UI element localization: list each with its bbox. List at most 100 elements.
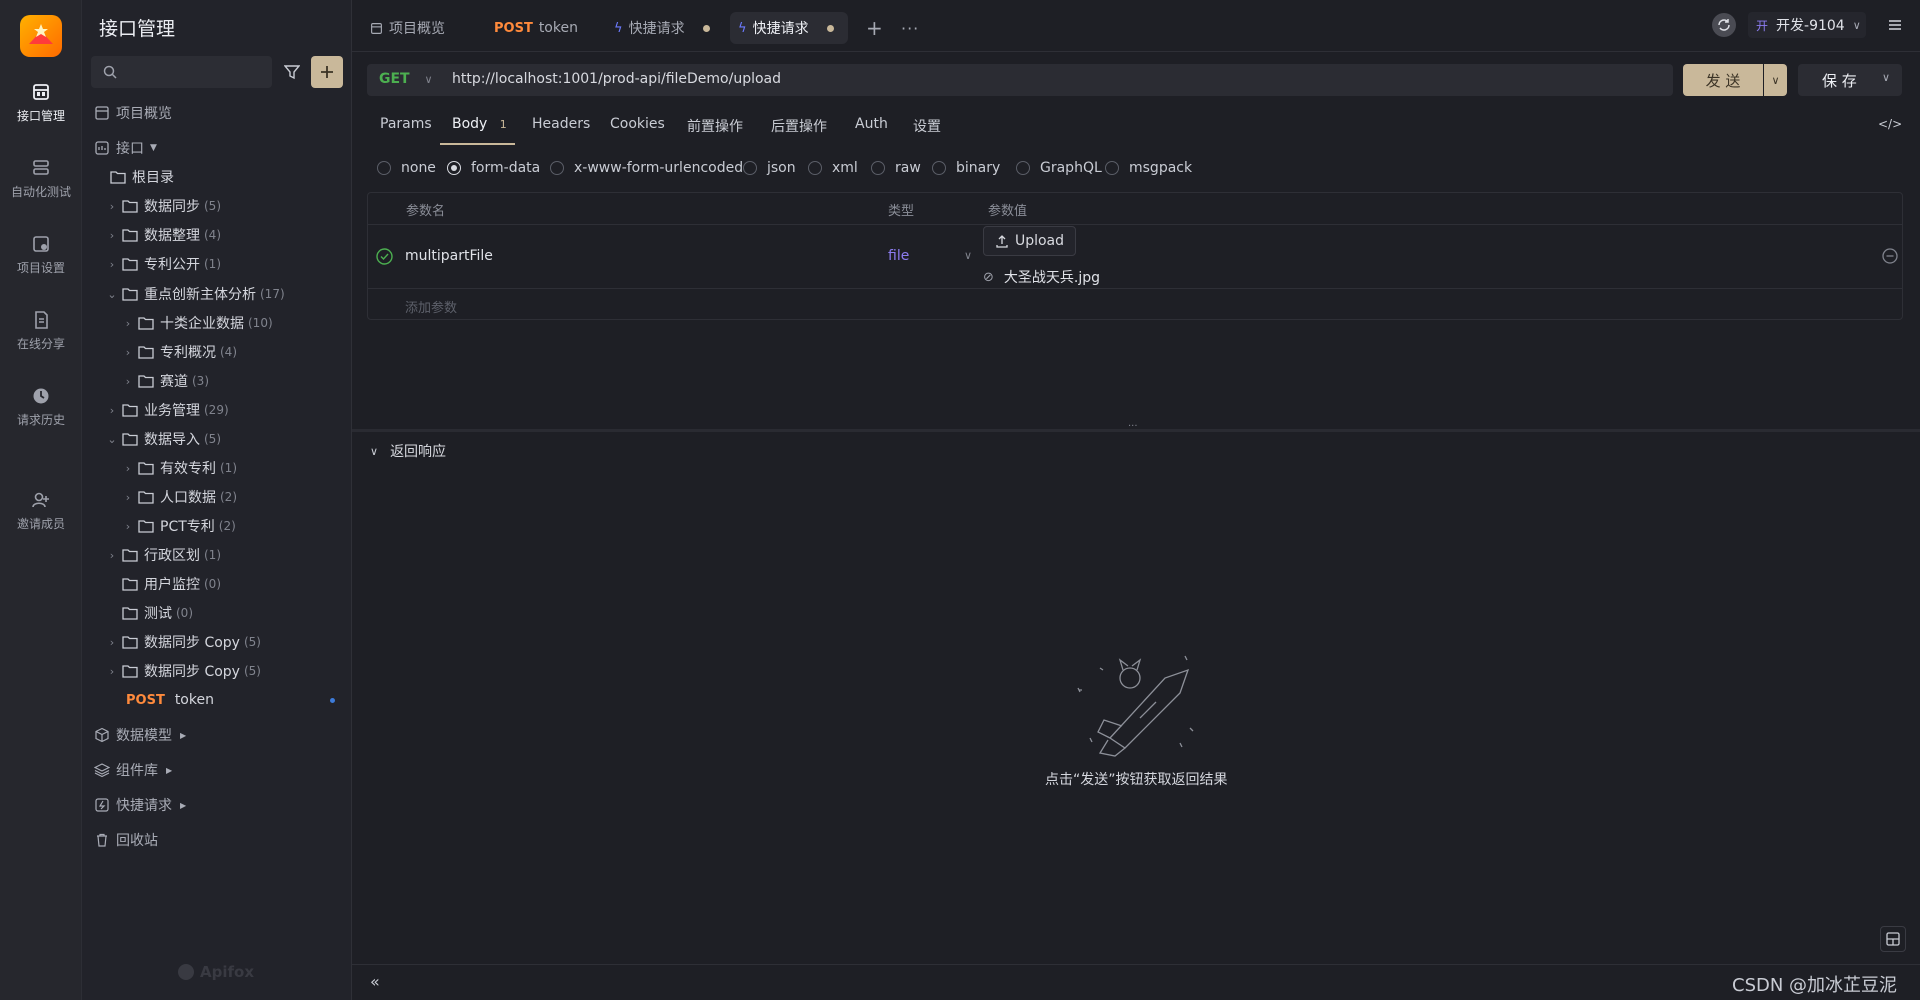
upload-button[interactable]: Upload (983, 226, 1076, 256)
url-input[interactable]: http://localhost:1001/prod-api/fileDemo/… (452, 71, 1652, 87)
remove-param-button[interactable] (1882, 248, 1898, 264)
tree-folder[interactable]: › 专利公开 (1) (106, 250, 221, 278)
drag-handle-icon[interactable]: ··· (1128, 421, 1138, 432)
tree-components[interactable]: 组件库 ▶ (94, 756, 172, 784)
tree-folder[interactable]: › 专利概况 (4) (122, 338, 237, 366)
folder-count: (3) (192, 374, 209, 388)
tree-search-input[interactable] (91, 56, 272, 88)
tab-project-overview[interactable]: 项目概览 (362, 12, 453, 44)
tab-body[interactable]: Body 1 (452, 116, 507, 132)
rail-item-project-settings[interactable]: 项目设置 (0, 234, 82, 276)
filter-button[interactable] (278, 56, 306, 88)
tab-headers[interactable]: Headers (532, 116, 590, 132)
tree-folder[interactable]: › 数据同步 Copy (5) (106, 628, 261, 656)
radio-graphql[interactable]: GraphQL (1016, 160, 1102, 176)
rail-label: 自动化测试 (10, 185, 71, 199)
tab-token[interactable]: POST token (486, 12, 586, 44)
share-icon (31, 310, 51, 330)
radio-circle (808, 161, 822, 175)
col-header-type: 类型 (888, 204, 915, 219)
app-logo[interactable] (20, 15, 62, 57)
tree-api-section[interactable]: 接口 ▼ (94, 134, 157, 162)
tree-folder[interactable]: ⌄ 数据导入 (5) (106, 425, 221, 453)
tab-label: 快捷请求 (752, 21, 809, 37)
tree-folder[interactable]: › 有效专利 (1) (122, 454, 237, 482)
add-param-input[interactable]: 添加参数 (405, 297, 457, 316)
environment-select[interactable]: 开 开发-9104 ∨ (1748, 12, 1866, 38)
rail-item-share[interactable]: 在线分享 (0, 310, 82, 352)
rail-item-automation[interactable]: 自动化测试 (0, 158, 82, 200)
rail-item-api[interactable]: 接口管理 (0, 82, 82, 124)
radio-form-data[interactable]: form-data (447, 160, 540, 176)
tab-auth[interactable]: Auth (855, 116, 888, 132)
param-type-select[interactable]: file ∨ (888, 248, 972, 264)
tree-folder[interactable]: 测试 (0) (122, 599, 193, 627)
tab-quick-request[interactable]: ϟ 快捷请求 (606, 12, 718, 44)
chevron-down-icon: ∨ (1882, 71, 1891, 84)
radio-json[interactable]: json (743, 160, 796, 176)
more-tabs-button[interactable]: ··· (893, 12, 927, 44)
code-view-button[interactable]: </> (1878, 117, 1902, 131)
chevron-right-icon: › (125, 345, 131, 359)
sync-button[interactable] (1712, 13, 1736, 37)
tree-folder[interactable]: › 行政区划 (1) (106, 541, 221, 569)
invite-member-icon (31, 490, 51, 510)
response-header[interactable]: ∨ 返回响应 (370, 441, 446, 461)
radio-urlencoded[interactable]: x-www-form-urlencoded (550, 160, 743, 176)
radio-circle (550, 161, 564, 175)
tree-data-models[interactable]: 数据模型 ▶ (94, 721, 186, 749)
tree-endpoint-token[interactable]: POST token (126, 686, 335, 714)
folder-icon (138, 462, 154, 475)
method-select[interactable]: GET ∨ (379, 71, 433, 87)
tree-root[interactable]: 根目录 (110, 163, 174, 191)
tab-pre-processors[interactable]: 前置操作 (687, 116, 743, 136)
param-enabled-checkbox[interactable] (376, 248, 393, 265)
new-tab-button[interactable]: + (858, 12, 891, 44)
radio-none[interactable]: none (377, 160, 436, 176)
radio-raw[interactable]: raw (871, 160, 921, 176)
params-table (367, 192, 1903, 320)
tree-folder[interactable]: ⌄ 重点创新主体分析 (17) (106, 280, 284, 308)
rail-item-history[interactable]: 请求历史 (0, 386, 82, 428)
menu-button[interactable] (1884, 14, 1906, 36)
send-options-button[interactable]: ∨ (1764, 64, 1787, 96)
tree-folder[interactable]: 用户监控 (0) (122, 570, 221, 598)
radio-label: form-data (471, 160, 541, 176)
folder-count: (0) (176, 606, 193, 620)
send-button[interactable]: 发 送 (1683, 64, 1763, 96)
folder-label: 用户监控 (144, 577, 200, 593)
tab-post-processors[interactable]: 后置操作 (771, 116, 827, 136)
rocket-illustration (1070, 648, 1200, 758)
tree-recycle-bin[interactable]: 回收站 (94, 826, 158, 854)
collapse-sidebar-button[interactable]: « (370, 972, 380, 991)
tree-folder[interactable]: › 数据同步 Copy (5) (106, 657, 261, 685)
save-button[interactable]: 保 存 ∨ (1798, 64, 1902, 96)
tree-folder[interactable]: › 数据整理 (4) (106, 221, 221, 249)
rail-item-invite[interactable]: 邀请成员 (0, 490, 82, 532)
add-button[interactable] (311, 56, 343, 88)
tree-folder[interactable]: › 赛道 (3) (122, 367, 209, 395)
tree-overview[interactable]: 项目概览 (94, 99, 172, 127)
tree-folder[interactable]: › PCT专利 (2) (122, 512, 236, 540)
tab-params[interactable]: Params (380, 116, 432, 132)
tab-cookies[interactable]: Cookies (610, 116, 665, 132)
tab-settings[interactable]: 设置 (913, 116, 941, 136)
method-label: GET (379, 71, 410, 87)
radio-xml[interactable]: xml (808, 160, 858, 176)
tree-quick-requests[interactable]: 快捷请求 ▶ (94, 791, 186, 819)
tree-folder[interactable]: › 十类企业数据 (10) (122, 309, 273, 337)
method-badge: POST (494, 20, 533, 36)
param-name-field[interactable]: multipartFile (405, 248, 493, 264)
folder-label: 有效专利 (160, 461, 216, 477)
tree-folder[interactable]: › 数据同步 (5) (106, 192, 221, 220)
tab-label: token (538, 20, 578, 36)
attached-file[interactable]: ⊘ 大圣战天兵.jpg (983, 267, 1100, 287)
layout-toggle-button[interactable] (1880, 926, 1906, 952)
endpoint-label: token (174, 692, 214, 708)
radio-msgpack[interactable]: msgpack (1105, 160, 1192, 176)
tree-folder[interactable]: › 人口数据 (2) (122, 483, 237, 511)
radio-binary[interactable]: binary (932, 160, 1000, 176)
overview-icon (371, 22, 382, 34)
tab-quick-request-active[interactable]: ϟ 快捷请求 (730, 12, 848, 44)
tree-folder[interactable]: › 业务管理 (29) (106, 396, 229, 424)
